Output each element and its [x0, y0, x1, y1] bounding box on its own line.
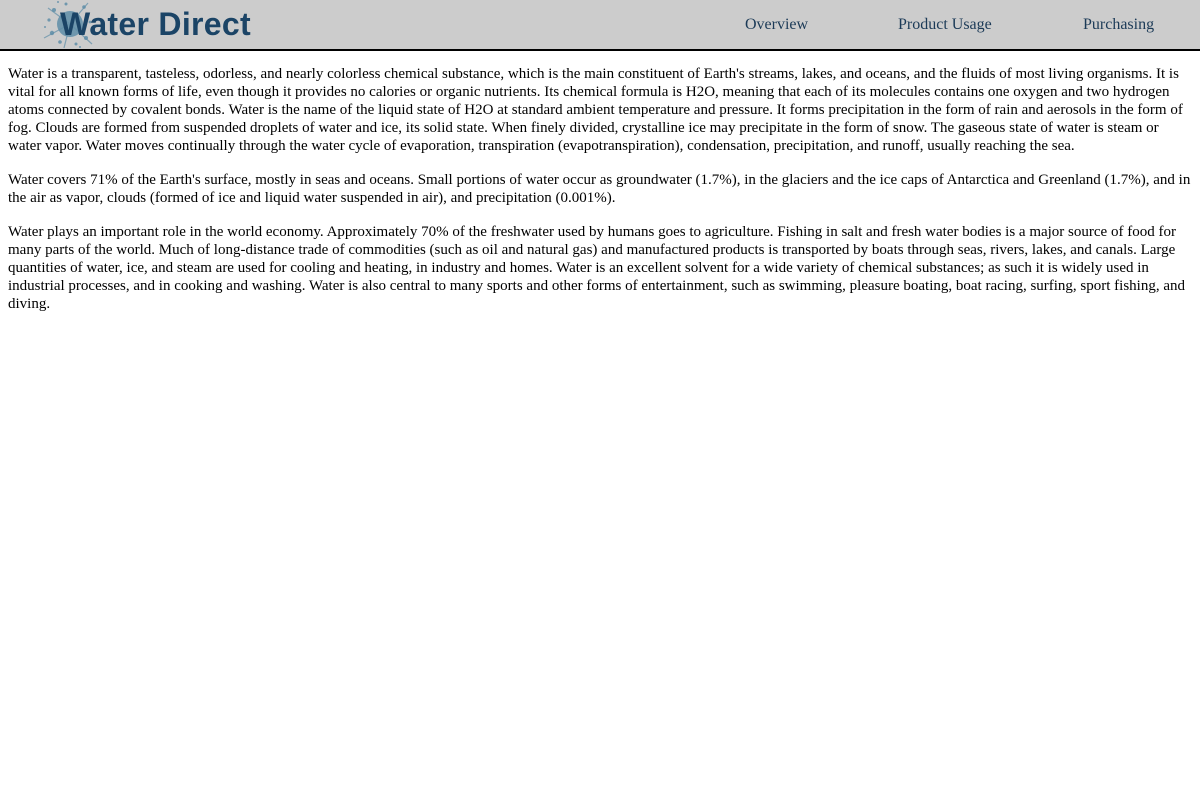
paragraph-water-coverage: Water covers 71% of the Earth's surface,… — [8, 172, 1191, 206]
site-logo[interactable]: Water Direct — [40, 0, 251, 49]
site-header: Water Direct Overview Product Usage Purc… — [0, 0, 1200, 51]
paragraph-water-economy: Water plays an important role in the wor… — [8, 224, 1186, 312]
paragraph-water-definition: Water is a transparent, tasteless, odorl… — [8, 66, 1183, 154]
nav-link-product-usage[interactable]: Product Usage — [898, 0, 992, 49]
main-content: Water is a transparent, tasteless, odorl… — [0, 51, 1200, 313]
logo-text: Water Direct — [60, 6, 251, 42]
nav-link-overview[interactable]: Overview — [745, 0, 808, 49]
nav-link-purchasing[interactable]: Purchasing — [1083, 0, 1154, 49]
